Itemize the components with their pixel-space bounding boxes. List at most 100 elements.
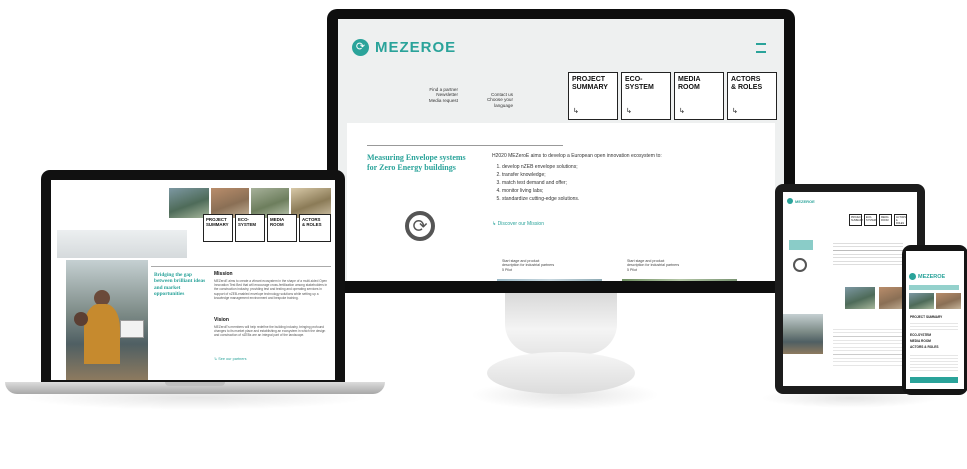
desktop-main-content: Measuring Envelope systems for Zero Ener… [347, 123, 775, 281]
desktop-top-links-right: Contact us Choose your language [468, 92, 513, 108]
mission-text: MEZeroE aims to create a vibrant ecosyst… [214, 279, 328, 300]
arrow-corner-icon: ↳ [573, 108, 579, 115]
tablet-logo-text: MEZEROE [795, 198, 815, 204]
phone-text-lines [910, 353, 958, 373]
divider [151, 266, 331, 267]
building-photo [936, 293, 961, 309]
media-request-link[interactable]: Media request [418, 98, 458, 103]
list-item: match test demand and offer; [502, 179, 579, 187]
building-photo [622, 279, 737, 281]
desktop-top-links-left: Find a partner Newsletter Media request [418, 87, 458, 103]
choose-language-link[interactable]: Choose your language [468, 97, 513, 108]
nav-label-line2: ROOM [678, 84, 700, 91]
laptop-nav-media-room[interactable]: MEDIA ROOM [267, 214, 297, 242]
arrow-corner-icon: ↳ [626, 108, 632, 115]
building-photo [845, 287, 875, 309]
desktop-logo[interactable]: ⟳ MEZEROE [352, 39, 456, 56]
desktop-column-1: Start stage and product description for … [502, 259, 554, 272]
nav-label-line2: ROOM [270, 222, 284, 227]
building-photo [909, 293, 934, 309]
list-item: transfer knowledge; [502, 171, 579, 179]
phone-text-lines [910, 321, 958, 331]
phone-footer-bar [910, 377, 958, 383]
discover-mission-link[interactable]: ↳ Discover our Mission [492, 221, 544, 227]
heading-line: between brilliant ideas [154, 278, 206, 285]
desktop-intro: H2020 MEZeroE aims to develop a European… [492, 153, 662, 159]
divider [367, 145, 563, 146]
laptop-nav-project-summary[interactable]: PROJECT SUMMARY [203, 214, 233, 242]
smartphone: MEZEROE PROJECT SUMMARY ECO-SYSTEM MEDIA… [902, 245, 967, 395]
tablet-screen: MEZEROE PROJECT SUMMARY ECO-SYSTEM MEDIA… [783, 192, 917, 386]
tablet-nav-media-room[interactable]: MEDIA ROOM [879, 214, 892, 226]
desktop-heading: Measuring Envelope systems for Zero Ener… [367, 153, 487, 173]
see-partners-link[interactable]: ↳ See our partners [214, 356, 247, 361]
phone-logo-text: MEZEROE [918, 273, 946, 280]
nav-label-line1: MEDIA [678, 76, 701, 83]
laptop-nav-eco-system[interactable]: ECO- SYSTEM [235, 214, 265, 242]
desktop-monitor: ⟳ MEZEROE Find a partner Newsletter Medi… [327, 9, 795, 293]
nav-label-line2: SUMMARY [572, 84, 608, 91]
mission-title: Mission [214, 271, 233, 277]
laptop-nav-actors-roles[interactable]: ACTORS & ROLES [299, 214, 331, 242]
person-body [84, 304, 120, 364]
laptop-heading: Bridging the gap between brilliant ideas… [154, 272, 212, 297]
desktop-nav-eco-system[interactable]: ECO- SYSTEM ↳ [621, 72, 671, 120]
heading-line: opportunities [154, 290, 185, 297]
office-photo [783, 314, 823, 354]
arrow-corner-icon: ↳ [679, 108, 685, 115]
heading-line: Measuring Envelope systems [367, 153, 466, 162]
tablet-logo[interactable]: MEZEROE [787, 198, 815, 204]
desktop-goals-list: develop nZEB envelope solutions; transfe… [492, 163, 579, 203]
mezeroe-emblem-icon: ⟳ [405, 211, 435, 241]
phone-menu-project-summary[interactable]: PROJECT SUMMARY [910, 315, 942, 319]
phone-menu-media-room[interactable]: MEDIA ROOM [910, 339, 931, 343]
building-photo [497, 279, 602, 281]
nav-label-line2: & ROLES [731, 84, 763, 91]
phone-menu-actors-roles[interactable]: ACTORS & ROLES [910, 345, 938, 349]
recycle-arrows-icon: ⟳ [352, 39, 369, 56]
desktop-nav-project-summary[interactable]: PROJECT SUMMARY ↳ [568, 72, 618, 120]
link-label: Discover our Mission [497, 221, 544, 227]
tablet-nav-project-summary[interactable]: PROJECT SUMMARY [849, 214, 863, 226]
column-extra: 5 Pilot [627, 267, 637, 272]
ceiling-photo [57, 230, 187, 258]
tablet-text-lines [833, 240, 903, 268]
desktop-screen: ⟳ MEZEROE Find a partner Newsletter Medi… [338, 19, 784, 281]
nav-label-line1: ECO- [625, 76, 643, 83]
vision-text: MEZeroE's members will help redefine the… [214, 325, 326, 338]
desktop-logo-text: MEZEROE [375, 39, 457, 56]
person-head [74, 312, 88, 326]
arrow-corner-icon: ↳ [732, 108, 738, 115]
list-item: develop nZEB envelope solutions; [502, 163, 579, 171]
nav-label-line2: SYSTEM [238, 222, 257, 227]
phone-menu-eco-system[interactable]: ECO-SYSTEM [910, 333, 931, 337]
phone-heading-block [909, 285, 959, 290]
monitor-in-photo [120, 320, 144, 338]
laptop: PROJECT SUMMARY ECO- SYSTEM MEDIA ROOM A… [41, 170, 345, 384]
phone-logo[interactable]: MEZEROE [909, 273, 945, 280]
hamburger-menu-icon[interactable] [756, 43, 766, 53]
mezeroe-emblem-icon [793, 258, 807, 272]
desktop-nav-media-room[interactable]: MEDIA ROOM ↳ [674, 72, 724, 120]
monitor-stand-neck [505, 292, 617, 354]
heading-line: for Zero Energy buildings [367, 163, 456, 172]
tablet-nav-actors-roles[interactable]: ACTORS & ROLES [894, 214, 907, 226]
link-label: See our partners [218, 357, 247, 361]
nav-label-line1: PROJECT [572, 76, 606, 83]
laptop-notch [165, 382, 225, 386]
tablet-text-lines [833, 326, 903, 366]
nav-label-line2: & ROLES [302, 222, 322, 227]
desktop-nav-actors-roles[interactable]: ACTORS & ROLES ↳ [727, 72, 777, 120]
nav-label-line1: ACTORS [731, 76, 761, 83]
vision-title: Vision [214, 317, 229, 323]
recycle-arrows-icon [787, 198, 793, 204]
tablet-heading-block [789, 240, 813, 250]
list-item: monitor living labs; [502, 187, 579, 195]
recycle-arrows-icon [909, 273, 916, 280]
list-item: standardize cutting-edge solutions. [502, 195, 579, 203]
office-photo [66, 260, 148, 380]
phone-screen: MEZEROE PROJECT SUMMARY ECO-SYSTEM MEDIA… [906, 251, 964, 389]
monitor-stand-base [487, 352, 635, 394]
tablet-nav-eco-system[interactable]: ECO-SYSTEM [864, 214, 877, 226]
nav-label-line2: SYSTEM [625, 84, 654, 91]
